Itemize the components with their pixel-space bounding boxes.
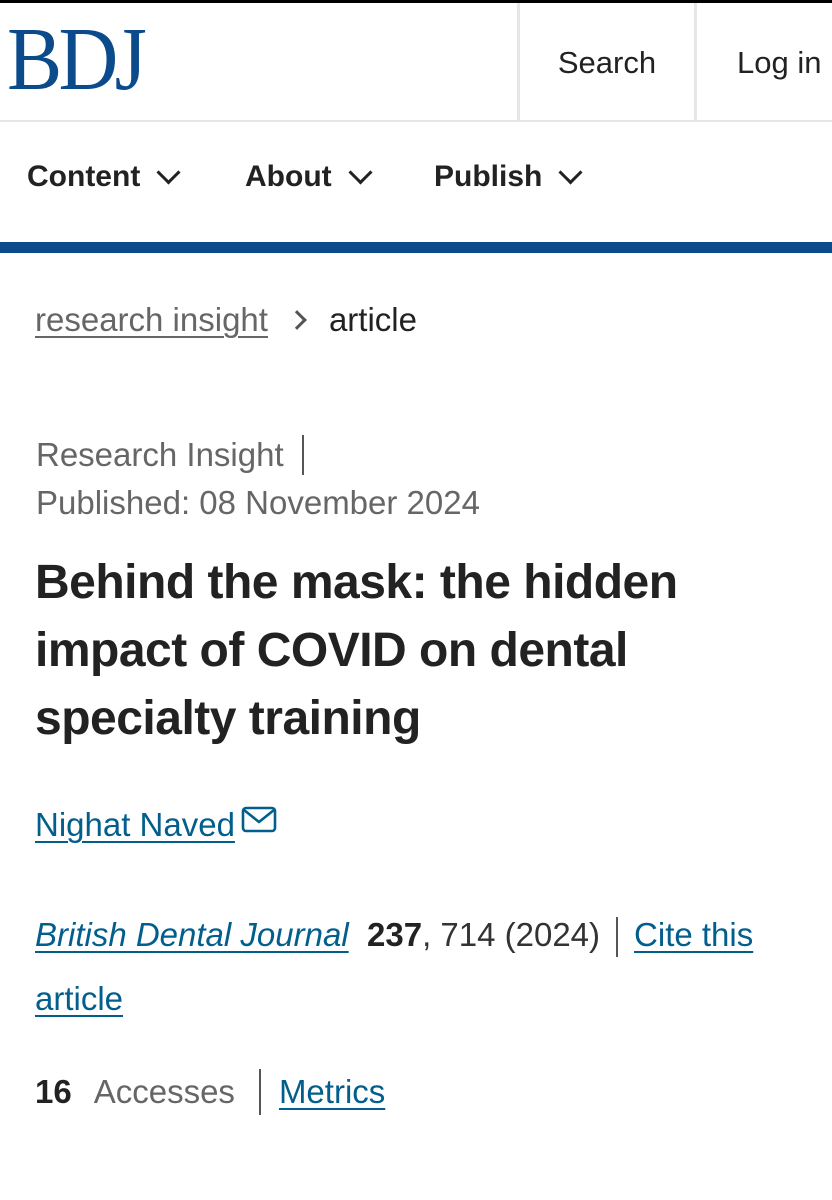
site-header: BDJ Search Log in: [0, 0, 832, 122]
nav-item-label: Content: [27, 160, 141, 193]
journal-link[interactable]: British Dental Journal: [35, 916, 349, 953]
published-date: Published: 08 November 2024: [36, 484, 480, 521]
divider: [258, 1069, 261, 1115]
breadcrumb: research insight article: [35, 301, 417, 339]
metrics-link[interactable]: Metrics: [279, 1073, 385, 1111]
nav-item-label: Publish: [434, 160, 543, 193]
volume: 237: [367, 916, 423, 953]
search-button[interactable]: Search: [517, 3, 697, 122]
nav-item-content[interactable]: Content: [27, 160, 181, 194]
chevron-down-icon: [558, 160, 583, 185]
pages-year: , 714 (2024): [422, 916, 601, 953]
chevron-right-icon: [287, 310, 307, 330]
mail-icon[interactable]: [241, 804, 277, 842]
author-link[interactable]: Nighat Naved: [35, 806, 235, 844]
login-button[interactable]: Log in: [697, 3, 832, 122]
breadcrumb-link-research-insight[interactable]: research insight: [35, 301, 268, 339]
chevron-down-icon: [156, 160, 181, 185]
divider: [616, 917, 619, 958]
bdj-logo[interactable]: BDJ: [7, 15, 147, 105]
nav-item-label: About: [245, 160, 332, 193]
article-metrics: 16 Accesses Metrics: [35, 1066, 385, 1118]
article-meta: Research Insight Published: 08 November …: [36, 431, 480, 527]
nav-item-publish[interactable]: Publish: [434, 160, 583, 194]
author-list: Nighat Naved: [35, 806, 277, 844]
citation: British Dental Journal 237, 714 (2024) Ci…: [35, 903, 795, 1031]
article-title: Behind the mask: the hidden impact of CO…: [35, 556, 678, 745]
accesses-label: Accesses: [93, 1073, 235, 1110]
nav-item-about[interactable]: About: [245, 160, 373, 194]
article-type: Research Insight: [36, 435, 304, 475]
chevron-down-icon: [348, 160, 373, 185]
accesses-count: 16: [35, 1073, 72, 1110]
breadcrumb-current: article: [328, 301, 417, 338]
main-nav: Content About Publish: [0, 122, 832, 253]
